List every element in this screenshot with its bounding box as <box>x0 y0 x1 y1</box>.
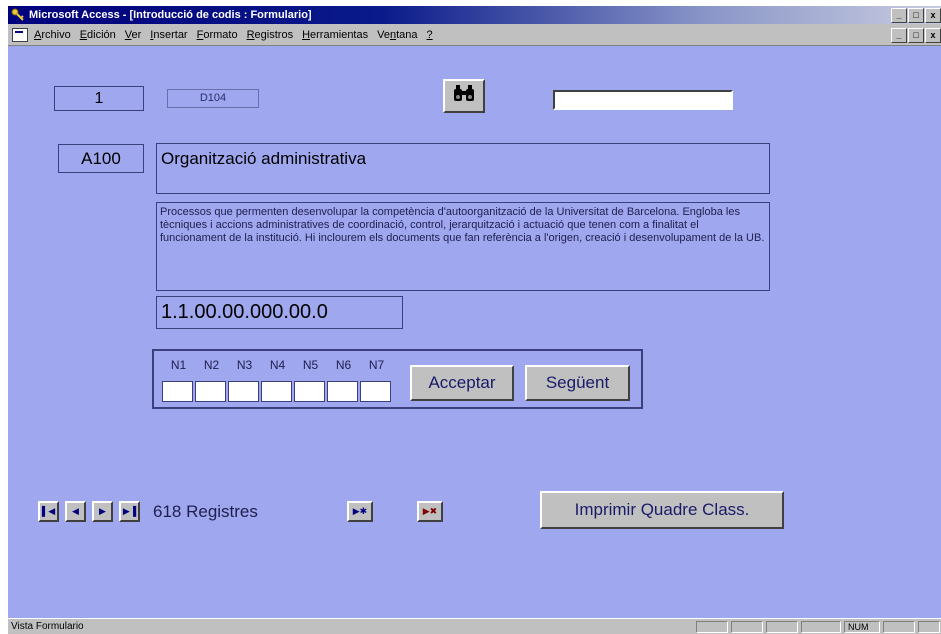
form-document-icon[interactable] <box>12 28 28 42</box>
level-label-n6: N6 <box>335 358 352 372</box>
doc-maximize-button[interactable]: □ <box>908 28 924 43</box>
menu-insertar[interactable]: Insertar <box>150 29 187 41</box>
doc-close-button[interactable]: x <box>925 28 941 43</box>
menu-help[interactable]: ? <box>427 29 433 41</box>
print-classification-button[interactable]: Imprimir Quadre Class. <box>540 491 784 529</box>
status-cell-6 <box>883 621 915 633</box>
doc-minimize-button[interactable]: _ <box>891 28 907 43</box>
form-area: 1 D104 A100 Organització administrativa … <box>8 46 941 618</box>
delete-record-icon: ▶✖ <box>422 506 438 516</box>
level-label-n2: N2 <box>203 358 220 372</box>
status-num-indicator: NUM <box>844 621 880 633</box>
status-bar: Vista Formulario NUM <box>8 618 941 634</box>
menu-ventana[interactable]: Ventana <box>377 29 417 41</box>
record-number-value: 1 <box>94 90 104 107</box>
status-cell-3 <box>766 621 798 633</box>
level-selector-group: N1 N2 N3 N4 N5 N6 N7 Acceptar Següent <box>152 349 643 409</box>
previous-record-icon: ◀ <box>72 506 79 516</box>
status-cell-7 <box>918 621 940 633</box>
menu-herramientas[interactable]: Herramientas <box>302 29 368 41</box>
title-field[interactable]: Organització administrativa <box>156 143 770 194</box>
first-record-icon: ▌◀ <box>41 506 56 516</box>
level-label-n7: N7 <box>368 358 385 372</box>
classification-value: 1.1.00.00.000.00.0 <box>161 301 328 323</box>
menu-archivo[interactable]: Archivo <box>34 29 71 41</box>
close-button[interactable]: x <box>925 8 941 23</box>
status-cell-1 <box>696 621 728 633</box>
title-bar[interactable]: Microsoft Access - [Introducció de codis… <box>8 6 941 24</box>
access-key-icon <box>11 8 25 22</box>
record-number-field[interactable]: 1 <box>54 86 144 111</box>
level-input-n6[interactable] <box>327 381 358 402</box>
level-label-n4: N4 <box>269 358 286 372</box>
code-ref-field[interactable]: D104 <box>167 89 259 108</box>
record-count: 618 Registres <box>153 502 258 521</box>
next-record-icon: ▶ <box>99 506 106 516</box>
level-labels: N1 N2 N3 N4 N5 N6 N7 <box>162 358 393 372</box>
binoculars-icon <box>452 84 476 108</box>
description-field[interactable]: Processos que permenten desenvolupar la … <box>156 202 770 291</box>
level-inputs <box>162 381 391 402</box>
code-field[interactable]: A100 <box>58 144 144 173</box>
new-record-icon: ▶✱ <box>352 506 368 516</box>
previous-record-button[interactable]: ◀ <box>65 501 86 522</box>
next-record-button[interactable]: ▶ <box>92 501 113 522</box>
level-input-n1[interactable] <box>162 381 193 402</box>
level-label-n5: N5 <box>302 358 319 372</box>
minimize-button[interactable]: _ <box>891 8 907 23</box>
menu-formato[interactable]: Formato <box>197 29 238 41</box>
level-input-n2[interactable] <box>195 381 226 402</box>
level-input-n5[interactable] <box>294 381 325 402</box>
code-value: A100 <box>81 149 121 168</box>
code-ref-value: D104 <box>199 92 227 104</box>
title-value: Organització administrativa <box>161 149 367 168</box>
menu-registros[interactable]: Registros <box>247 29 293 41</box>
next-button[interactable]: Següent <box>525 365 630 401</box>
level-label-n1: N1 <box>170 358 187 372</box>
level-input-n7[interactable] <box>360 381 391 402</box>
menu-ver[interactable]: Ver <box>125 29 142 41</box>
last-record-icon: ▶▐ <box>122 506 137 516</box>
last-record-button[interactable]: ▶▐ <box>119 501 140 522</box>
maximize-button[interactable]: □ <box>908 8 924 23</box>
accept-button[interactable]: Acceptar <box>410 365 514 401</box>
level-label-n3: N3 <box>236 358 253 372</box>
level-input-n3[interactable] <box>228 381 259 402</box>
access-window: Microsoft Access - [Introducció de codis… <box>8 6 941 634</box>
window-title: Microsoft Access - [Introducció de codis… <box>29 9 312 21</box>
menu-edicion[interactable]: Edición <box>80 29 116 41</box>
description-text: Processos que permenten desenvolupar la … <box>160 206 765 244</box>
level-input-n4[interactable] <box>261 381 292 402</box>
search-input[interactable] <box>553 90 733 110</box>
new-record-button[interactable]: ▶✱ <box>347 501 373 522</box>
first-record-button[interactable]: ▌◀ <box>38 501 59 522</box>
menu-bar: Archivo Edición Ver Insertar Formato Reg… <box>8 25 941 46</box>
status-cell-2 <box>731 621 763 633</box>
status-cell-4 <box>801 621 841 633</box>
search-button[interactable] <box>443 79 485 113</box>
status-text: Vista Formulario <box>11 621 84 632</box>
delete-record-button[interactable]: ▶✖ <box>417 501 443 522</box>
classification-field[interactable]: 1.1.00.00.000.00.0 <box>156 296 403 329</box>
